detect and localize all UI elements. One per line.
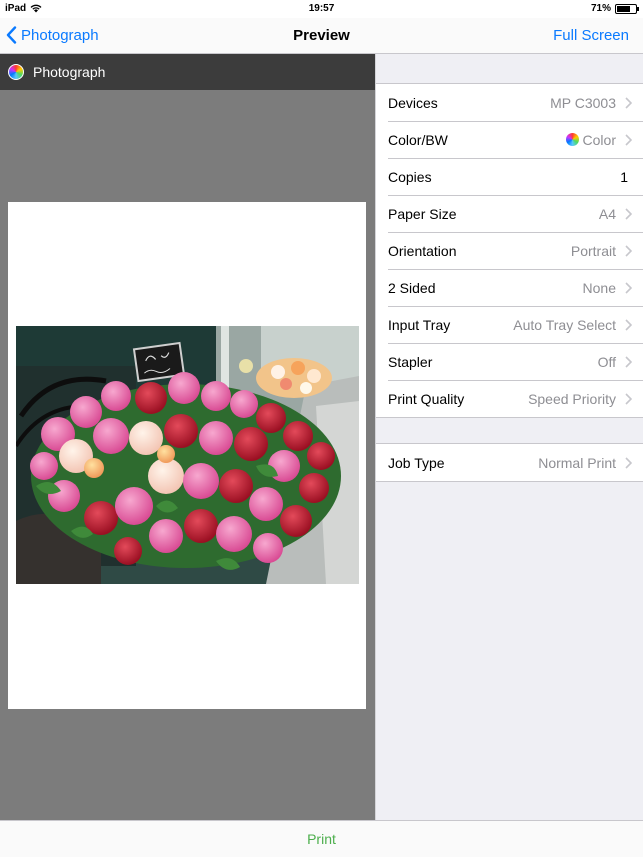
setting-value: MP C3003 bbox=[550, 95, 632, 111]
print-quality-value: Speed Priority bbox=[528, 390, 616, 407]
chevron-right-icon bbox=[625, 96, 632, 109]
setting-row-2-sided[interactable]: 2 Sided None bbox=[376, 269, 643, 306]
setting-label: Color/BW bbox=[388, 131, 448, 148]
setting-row-input-tray[interactable]: Input Tray Auto Tray Select bbox=[376, 306, 643, 343]
two-sided-value: None bbox=[582, 279, 616, 296]
status-right: 71% bbox=[590, 3, 639, 14]
color-wheel-icon bbox=[8, 64, 24, 80]
setting-value: Off bbox=[598, 354, 632, 370]
setting-row-job-type[interactable]: Job Type Normal Print bbox=[376, 444, 643, 481]
setting-label: Job Type bbox=[388, 454, 445, 471]
roses-photo bbox=[16, 326, 359, 584]
orientation-value: Portrait bbox=[570, 242, 616, 259]
copies-value[interactable]: 1 bbox=[620, 169, 628, 185]
chevron-right-icon bbox=[625, 207, 632, 220]
setting-row-devices[interactable]: Devices MP C3003 bbox=[376, 84, 643, 121]
status-time: 19:57 bbox=[308, 3, 335, 14]
paper-preview[interactable] bbox=[8, 202, 366, 709]
chevron-right-icon bbox=[625, 133, 632, 146]
chevron-right-icon bbox=[625, 355, 632, 368]
battery-fill bbox=[617, 5, 630, 12]
color-value: Color bbox=[582, 131, 616, 148]
settings-pane: Devices MP C3003 Color/BW Color Copies 1… bbox=[375, 54, 643, 820]
battery-percent: 71% bbox=[590, 3, 611, 14]
bottom-toolbar: Print bbox=[0, 820, 643, 857]
setting-value: Portrait bbox=[571, 243, 632, 259]
setting-label: Devices bbox=[388, 94, 438, 111]
setting-label: Copies bbox=[388, 168, 432, 185]
setting-row-stapler[interactable]: Stapler Off bbox=[376, 343, 643, 380]
job-settings-group: Job Type Normal Print bbox=[376, 443, 643, 482]
job-type-value: Normal Print bbox=[538, 454, 616, 471]
setting-label: Input Tray bbox=[388, 316, 451, 333]
setting-label: Stapler bbox=[388, 353, 433, 370]
setting-row-paper-size[interactable]: Paper Size A4 bbox=[376, 195, 643, 232]
print-settings-group: Devices MP C3003 Color/BW Color Copies 1… bbox=[376, 83, 643, 418]
chevron-right-icon bbox=[625, 318, 632, 331]
color-wheel-icon bbox=[565, 133, 579, 146]
paper-size-value: A4 bbox=[598, 205, 616, 222]
setting-value: Color bbox=[565, 131, 632, 148]
devices-value: MP C3003 bbox=[550, 94, 616, 111]
setting-row-print-quality[interactable]: Print Quality Speed Priority bbox=[376, 380, 643, 417]
setting-value: Normal Print bbox=[538, 455, 632, 471]
preview-header-label: Photograph bbox=[33, 64, 106, 80]
setting-value: Auto Tray Select bbox=[513, 317, 632, 333]
input-tray-value: Auto Tray Select bbox=[513, 316, 616, 333]
setting-label: Paper Size bbox=[388, 205, 457, 222]
photo-preview bbox=[16, 326, 359, 584]
status-bar: iPad 19:57 71% bbox=[0, 0, 643, 18]
chevron-right-icon bbox=[625, 456, 632, 469]
preview-header: Photograph bbox=[0, 54, 375, 90]
preview-pane: Photograph bbox=[0, 54, 375, 820]
setting-row-orientation[interactable]: Orientation Portrait bbox=[376, 232, 643, 269]
chevron-right-icon bbox=[625, 244, 632, 257]
setting-row-copies[interactable]: Copies 1 bbox=[376, 158, 643, 195]
setting-label: 2 Sided bbox=[388, 279, 436, 296]
chevron-right-icon bbox=[625, 392, 632, 405]
setting-value: Speed Priority bbox=[528, 391, 632, 407]
print-button[interactable]: Print bbox=[0, 831, 643, 847]
chevron-right-icon bbox=[625, 281, 632, 294]
setting-label: Orientation bbox=[388, 242, 457, 259]
battery-icon bbox=[615, 3, 639, 14]
full-screen-button[interactable]: Full Screen bbox=[553, 27, 629, 44]
setting-value: A4 bbox=[599, 206, 632, 222]
page-title: Preview bbox=[293, 27, 350, 44]
stapler-value: Off bbox=[597, 353, 616, 370]
nav-bar: Photograph Preview Full Screen bbox=[0, 18, 643, 54]
setting-row-color-bw[interactable]: Color/BW Color bbox=[376, 121, 643, 158]
setting-value: None bbox=[583, 280, 632, 296]
setting-label: Print Quality bbox=[388, 390, 465, 407]
